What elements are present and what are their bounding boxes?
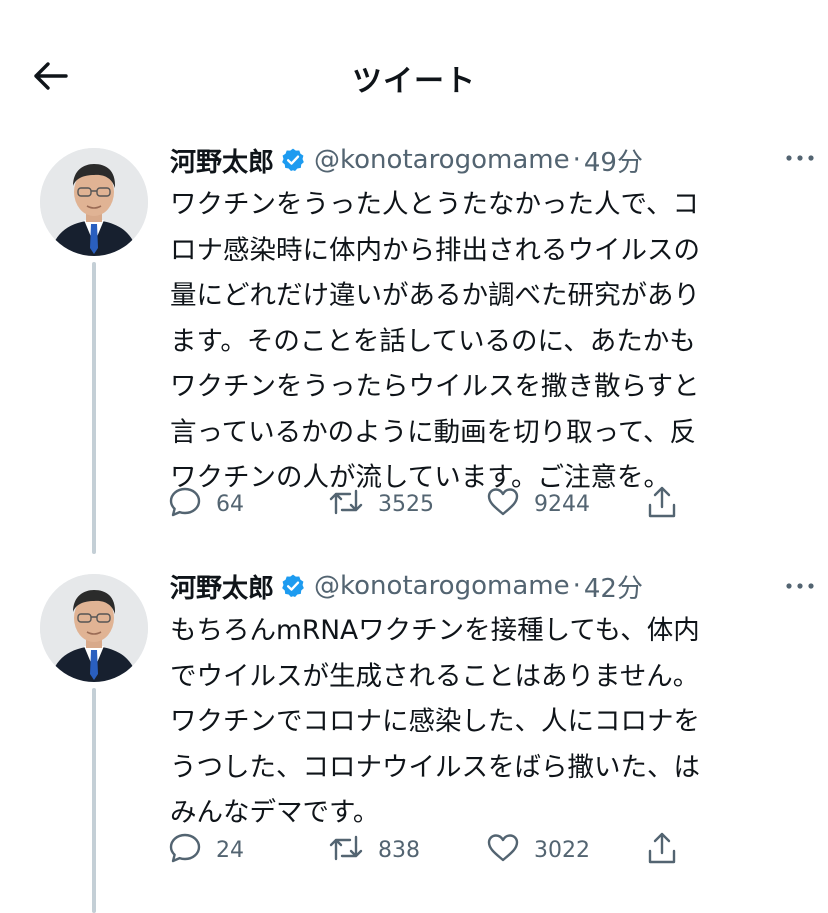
retweet-button[interactable]: 3525 (328, 484, 434, 524)
tweet-text: もちろんmRNAワクチンを接種しても、体内 でウイルスが生成されることはありませ… (170, 608, 798, 836)
thread-line (92, 262, 96, 554)
tweet-text-line: ワクチンでコロナに感染した、人にコロナを (170, 706, 700, 737)
like-count: 9244 (534, 491, 590, 517)
reply-count: 64 (216, 491, 244, 517)
author-name[interactable]: 河野太郎 (170, 142, 274, 179)
separator-dot: · (572, 571, 581, 601)
comment-icon (168, 832, 202, 868)
timestamp[interactable]: 42分 (584, 568, 643, 605)
heart-icon (486, 832, 520, 868)
tweet-text-line: ワクチンをうった人とうたなかった人で、コ (170, 189, 699, 220)
tweet-text-line: ます。そのことを話しているのに、あたかも (170, 325, 696, 357)
reply-button[interactable]: 64 (168, 484, 244, 524)
author-name[interactable]: 河野太郎 (170, 568, 274, 605)
tweet-text-line: でウイルスが生成されることはありません。 (170, 660, 700, 692)
like-button[interactable]: 9244 (486, 484, 590, 524)
tweet-header: 河野太郎 @konotarogomame · 49分 (170, 140, 792, 180)
timestamp[interactable]: 49分 (584, 142, 643, 179)
retweet-icon (328, 487, 364, 521)
retweet-icon (328, 833, 364, 867)
tweet-text-line: ワクチンをうったらウイルスを撒き散らすと (170, 371, 700, 402)
share-icon (646, 831, 678, 869)
header: ツイート (0, 0, 828, 120)
author-handle[interactable]: @konotarogomame (314, 571, 570, 601)
tweet-thread-page: ツイート 河野太郎 @konotarogomame · 49分 ワクチンをうった… (0, 0, 828, 913)
thread-line (92, 688, 96, 913)
heart-icon (486, 486, 520, 522)
verified-badge-icon (280, 147, 306, 173)
tweet-actions: 64 3525 9244 (168, 484, 708, 524)
separator-dot: · (572, 145, 581, 175)
tweet-text-line: ロナ感染時に体内から排出されるウイルスの (170, 234, 700, 266)
tweet-actions: 24 838 3022 (168, 830, 708, 870)
tweet-text-line: みんなデマです。 (170, 797, 380, 828)
share-icon (646, 485, 678, 523)
share-button[interactable] (646, 830, 678, 870)
tweet-text-line: うつした、コロナウイルスをばら撒いた、は (170, 751, 700, 783)
verified-badge-icon (280, 573, 306, 599)
share-button[interactable] (646, 484, 678, 524)
more-horizontal-icon (785, 147, 815, 166)
more-horizontal-icon (785, 575, 815, 594)
like-button[interactable]: 3022 (486, 830, 590, 870)
like-count: 3022 (534, 837, 590, 863)
tweet-text-line: 量にどれだけ違いがあるか調べた研究があり (170, 280, 700, 311)
more-button[interactable] (782, 144, 818, 168)
tweet[interactable]: 河野太郎 @konotarogomame · 42分 もちろんmRNAワクチンを… (0, 564, 828, 913)
page-title: ツイート (352, 64, 476, 99)
author-handle[interactable]: @konotarogomame (314, 145, 570, 175)
tweet-header: 河野太郎 @konotarogomame · 42分 (170, 566, 792, 606)
avatar[interactable] (40, 574, 148, 682)
tweet-text-line: もちろんmRNAワクチンを接種しても、体内 (170, 615, 700, 646)
reply-button[interactable]: 24 (168, 830, 244, 870)
more-button[interactable] (782, 572, 818, 596)
reply-count: 24 (216, 837, 244, 863)
tweet-text: ワクチンをうった人とうたなかった人で、コ ロナ感染時に体内から排出されるウイルス… (170, 182, 798, 501)
avatar[interactable] (40, 148, 148, 256)
comment-icon (168, 486, 202, 522)
retweet-count: 838 (378, 837, 420, 863)
retweet-count: 3525 (378, 491, 434, 517)
tweet[interactable]: 河野太郎 @konotarogomame · 49分 ワクチンをうった人とうたな… (0, 136, 828, 556)
tweet-text-line: 言っているかのように動画を切り取って、反 (170, 416, 697, 448)
retweet-button[interactable]: 838 (328, 830, 420, 870)
